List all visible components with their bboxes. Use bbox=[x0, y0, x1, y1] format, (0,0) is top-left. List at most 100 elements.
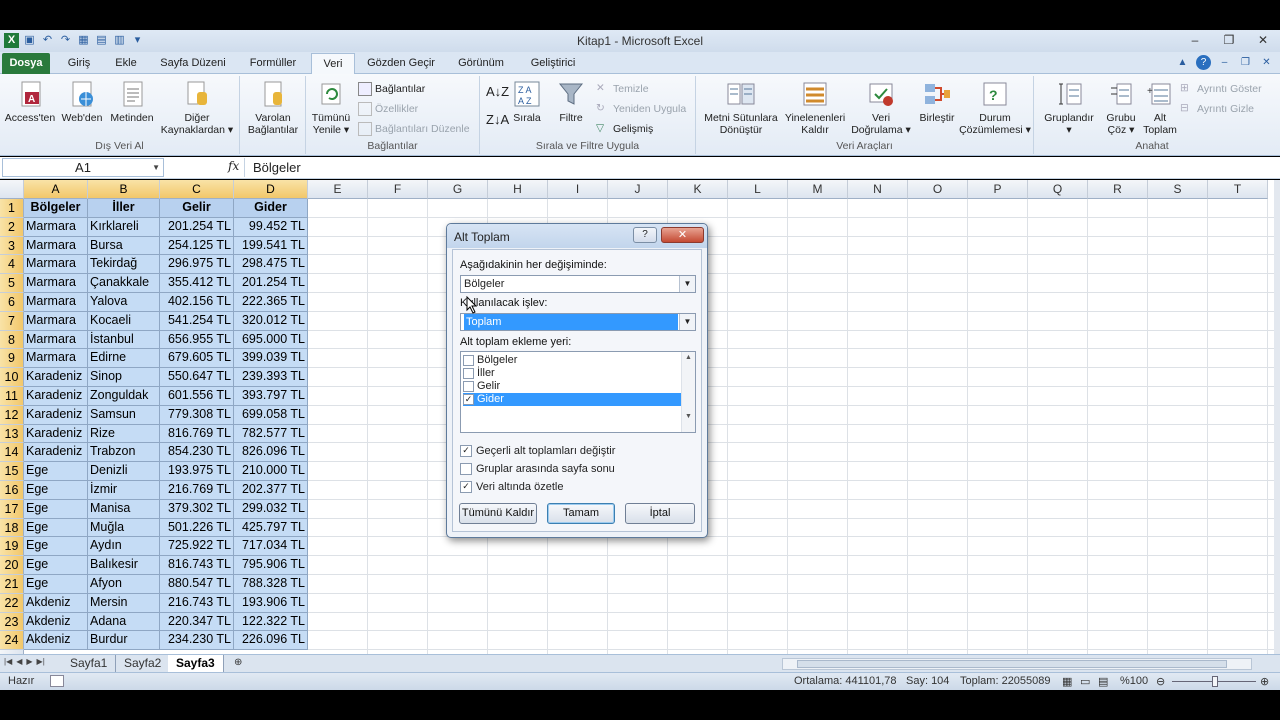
doc-minimize-icon[interactable]: – bbox=[1217, 55, 1232, 70]
row-header[interactable]: 1 bbox=[0, 199, 24, 218]
tab-formuller[interactable]: Formüller bbox=[240, 53, 306, 74]
tab-ekle[interactable]: Ekle bbox=[106, 53, 146, 74]
ozellikler-button[interactable]: Özellikler bbox=[358, 102, 418, 116]
table-cell[interactable]: 99.452 TL bbox=[234, 217, 308, 237]
table-cell[interactable]: Çanakkale bbox=[88, 274, 160, 293]
row-header[interactable]: 19 bbox=[0, 537, 24, 557]
list-item[interactable]: Gelir bbox=[463, 380, 681, 393]
macro-record-icon[interactable] bbox=[50, 675, 64, 687]
first-sheet-icon[interactable]: |◀ bbox=[4, 657, 12, 666]
column-header-h[interactable]: H bbox=[488, 180, 548, 199]
table-cell[interactable]: 193.975 TL bbox=[160, 462, 234, 481]
table-cell[interactable]: 226.096 TL bbox=[234, 631, 308, 651]
sheet-tab-sayfa1[interactable]: Sayfa1 bbox=[62, 655, 117, 672]
table-cell[interactable]: 234.230 TL bbox=[160, 631, 234, 651]
header-cell[interactable]: Gelir bbox=[160, 199, 234, 218]
alt-toplam-button[interactable]: + Alt Toplam bbox=[1138, 78, 1182, 136]
collapse-ribbon-icon[interactable]: ▲ bbox=[1175, 55, 1190, 70]
close-icon[interactable]: ✕ bbox=[1250, 31, 1276, 49]
zoom-out-icon[interactable]: ⊖ bbox=[1156, 675, 1165, 688]
table-cell[interactable]: Rize bbox=[88, 424, 160, 444]
table-cell[interactable]: 782.577 TL bbox=[234, 424, 308, 444]
name-box[interactable]: A1 ▼ bbox=[2, 158, 164, 177]
table-cell[interactable]: Trabzon bbox=[88, 443, 160, 463]
chevron-down-icon[interactable]: ▼ bbox=[679, 314, 695, 330]
tab-sayfa-duzeni[interactable]: Sayfa Düzeni bbox=[154, 53, 232, 74]
insert-function-icon[interactable]: fx bbox=[228, 159, 239, 173]
table-cell[interactable]: 795.906 TL bbox=[234, 556, 308, 575]
row-header[interactable]: 2 bbox=[0, 217, 24, 237]
table-cell[interactable]: 254.125 TL bbox=[160, 236, 234, 256]
checkbox[interactable] bbox=[463, 355, 474, 366]
table-cell[interactable]: 122.322 TL bbox=[234, 612, 308, 632]
cancel-button[interactable]: İptal bbox=[625, 503, 695, 524]
veri-dogrulama-button[interactable]: Veri Doğrulama ▾ bbox=[848, 78, 914, 136]
row-header[interactable]: 23 bbox=[0, 612, 24, 632]
temizle-button[interactable]: ✕ Temizle bbox=[596, 82, 649, 96]
list-item[interactable]: ✓ Gider bbox=[463, 393, 681, 406]
doc-close-icon[interactable]: ✕ bbox=[1259, 55, 1274, 70]
table-cell[interactable]: Akdeniz bbox=[24, 612, 88, 632]
yinelenenleri-kaldir-button[interactable]: Yinelenenleri Kaldır bbox=[782, 78, 848, 136]
column-header-l[interactable]: L bbox=[728, 180, 788, 199]
table-cell[interactable]: Marmara bbox=[24, 293, 88, 312]
birlestir-button[interactable]: Birleştir bbox=[914, 78, 960, 124]
column-header-d[interactable]: D bbox=[234, 180, 308, 199]
table-cell[interactable]: Mersin bbox=[88, 593, 160, 613]
row-header[interactable]: 24 bbox=[0, 631, 24, 651]
column-header-m[interactable]: M bbox=[788, 180, 848, 199]
column-header-i[interactable]: I bbox=[548, 180, 608, 199]
table-cell[interactable]: Tekirdağ bbox=[88, 255, 160, 275]
web-button[interactable]: Web'den bbox=[58, 78, 106, 124]
table-cell[interactable]: Akdeniz bbox=[24, 593, 88, 613]
table-cell[interactable]: 695.000 TL bbox=[234, 330, 308, 350]
table-cell[interactable]: 402.156 TL bbox=[160, 293, 234, 312]
table-cell[interactable]: Kırklareli bbox=[88, 217, 160, 237]
row-header[interactable]: 13 bbox=[0, 424, 24, 444]
table-cell[interactable]: Karadeniz bbox=[24, 405, 88, 425]
ayrinti-goster-button[interactable]: ⊞ Ayrıntı Göster bbox=[1180, 82, 1262, 96]
table-cell[interactable]: Sinop bbox=[88, 368, 160, 387]
zoom-level[interactable]: %100 bbox=[1120, 675, 1148, 687]
list-scrollbar[interactable]: ▲ ▼ bbox=[681, 352, 695, 432]
table-cell[interactable]: Karadeniz bbox=[24, 368, 88, 387]
table-cell[interactable]: 425.797 TL bbox=[234, 518, 308, 538]
table-cell[interactable]: 541.254 TL bbox=[160, 311, 234, 331]
header-cell[interactable]: İller bbox=[88, 199, 160, 218]
table-cell[interactable]: 550.647 TL bbox=[160, 368, 234, 387]
column-header-o[interactable]: O bbox=[908, 180, 968, 199]
remove-all-button[interactable]: Tümünü Kaldır bbox=[459, 503, 537, 524]
column-header-j[interactable]: J bbox=[608, 180, 668, 199]
formula-input[interactable]: Bölgeler bbox=[244, 158, 1270, 177]
checkbox[interactable] bbox=[463, 368, 474, 379]
column-header-g[interactable]: G bbox=[428, 180, 488, 199]
column-header-f[interactable]: F bbox=[368, 180, 428, 199]
row-header[interactable]: 20 bbox=[0, 556, 24, 575]
normal-view-icon[interactable]: ▦ bbox=[1062, 675, 1072, 688]
table-cell[interactable]: 355.412 TL bbox=[160, 274, 234, 293]
row-header[interactable]: 18 bbox=[0, 518, 24, 538]
last-sheet-icon[interactable]: ▶| bbox=[37, 657, 45, 666]
table-cell[interactable]: Karadeniz bbox=[24, 443, 88, 463]
dialog-title-bar[interactable]: Alt Toplam ? ✕ bbox=[447, 224, 707, 248]
metni-sutunlara-button[interactable]: Metni Sütunlara Dönüştür bbox=[700, 78, 782, 136]
row-header[interactable]: 17 bbox=[0, 499, 24, 519]
checkbox-checked[interactable]: ✓ bbox=[460, 481, 472, 493]
column-header-k[interactable]: K bbox=[668, 180, 728, 199]
table-cell[interactable]: 201.254 TL bbox=[160, 217, 234, 237]
table-cell[interactable]: Aydın bbox=[88, 537, 160, 557]
ok-button[interactable]: Tamam bbox=[547, 503, 615, 524]
sheet-tab-sayfa2[interactable]: Sayfa2 bbox=[116, 655, 171, 672]
table-cell[interactable]: 216.769 TL bbox=[160, 481, 234, 500]
insert-sheet-icon[interactable]: ⊕ bbox=[226, 655, 250, 672]
page-break-icon[interactable]: ▤ bbox=[1098, 675, 1108, 688]
table-cell[interactable]: 725.922 TL bbox=[160, 537, 234, 557]
row-header[interactable]: 6 bbox=[0, 293, 24, 312]
table-cell[interactable]: Ege bbox=[24, 462, 88, 481]
table-cell[interactable]: Ege bbox=[24, 481, 88, 500]
grubu-coz-button[interactable]: Grubu Çöz ▾ bbox=[1100, 78, 1142, 136]
diger-kaynaklar-button[interactable]: Diğer Kaynaklardan ▾ bbox=[160, 78, 234, 136]
gruplandir-button[interactable]: Gruplandır ▾ bbox=[1038, 78, 1100, 136]
row-header[interactable]: 8 bbox=[0, 330, 24, 350]
filtre-button[interactable]: Filtre bbox=[552, 78, 590, 124]
